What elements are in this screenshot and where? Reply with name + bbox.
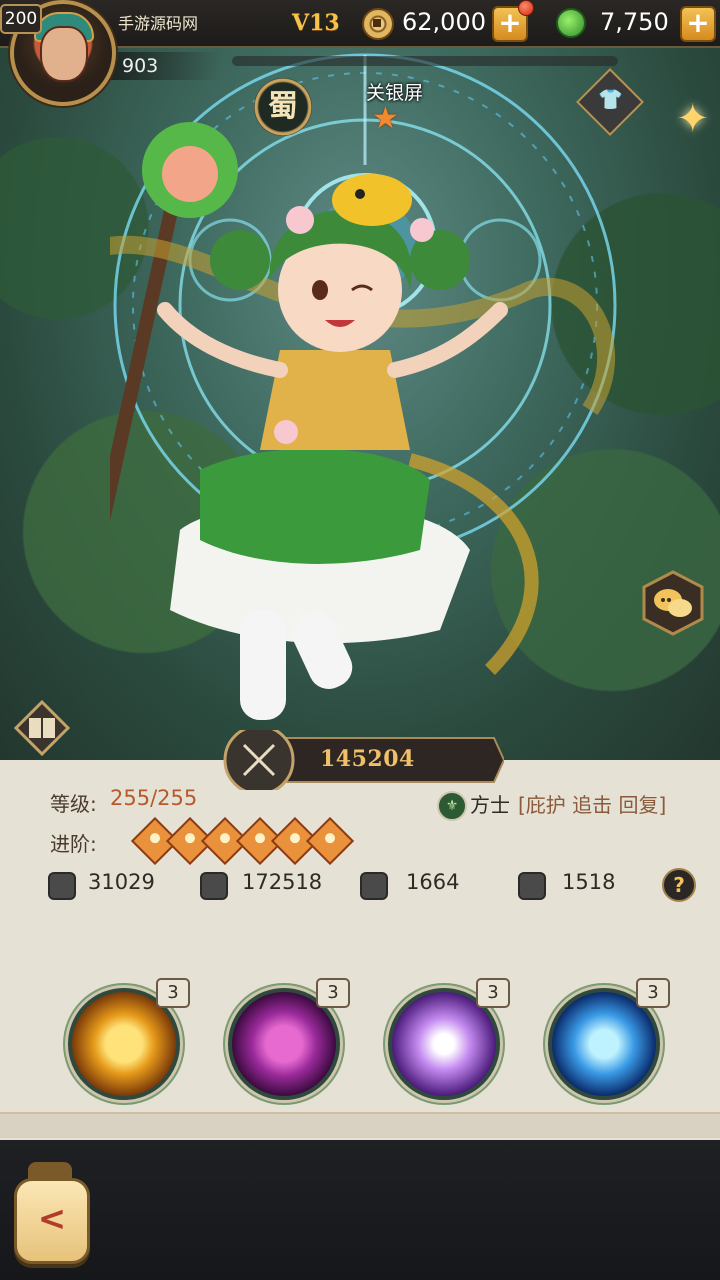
player-name: 手游源码网	[118, 14, 199, 33]
add-potions-button[interactable]: +	[680, 6, 716, 42]
bottom-bar	[0, 1140, 720, 1280]
class-tags: [庇护 追击 回复]	[518, 793, 667, 817]
stat-attack: 31029	[88, 870, 155, 894]
hero-scene: 蜀 关银屏 ★ 👕 ✦	[0, 0, 720, 760]
combat-power-value: 145204	[320, 746, 415, 772]
avatar-face	[40, 26, 88, 82]
class-icon: ⚜	[437, 791, 467, 821]
speed-icon	[518, 872, 546, 900]
star-icon: ★	[372, 101, 399, 136]
exp-bar	[232, 56, 618, 66]
book-button[interactable]	[14, 700, 70, 756]
skill-level-badge: 3	[636, 978, 670, 1008]
player-power: 903	[122, 55, 159, 77]
skill-level-badge: 3	[156, 978, 190, 1008]
potion-icon	[556, 8, 586, 38]
notification-dot	[518, 0, 534, 16]
panel-divider	[0, 1112, 720, 1138]
attack-icon	[48, 872, 76, 900]
coin-icon	[362, 8, 394, 40]
hero-portrait	[110, 122, 616, 720]
stat-health: 172518	[242, 870, 323, 894]
player-power-strip	[100, 52, 220, 80]
potion-amount: 7,750	[600, 8, 669, 36]
help-button[interactable]: ?	[662, 868, 696, 902]
back-button[interactable]: <	[14, 1178, 90, 1264]
level-value: 255/255	[110, 786, 198, 810]
coin-amount: 62,000	[402, 8, 486, 36]
stat-speed: 1518	[562, 870, 616, 894]
class-name: 方士	[470, 793, 510, 817]
level-label: 等级:	[50, 792, 97, 816]
player-level-badge: 200	[0, 4, 42, 34]
chat-button[interactable]	[640, 570, 706, 636]
skill-level-badge: 3	[476, 978, 510, 1008]
stat-defense: 1664	[406, 870, 460, 894]
skill-level-badge: 3	[316, 978, 350, 1008]
outfit-icon: 👕	[598, 87, 623, 112]
vip-level[interactable]: V13	[292, 10, 340, 36]
health-icon	[200, 872, 228, 900]
defense-icon	[360, 872, 388, 900]
advance-label: 进阶:	[50, 832, 97, 856]
back-arrow-icon: <	[37, 1199, 67, 1239]
faction-badge: 蜀	[254, 78, 312, 136]
sparkle-icon: ✦	[676, 96, 710, 142]
